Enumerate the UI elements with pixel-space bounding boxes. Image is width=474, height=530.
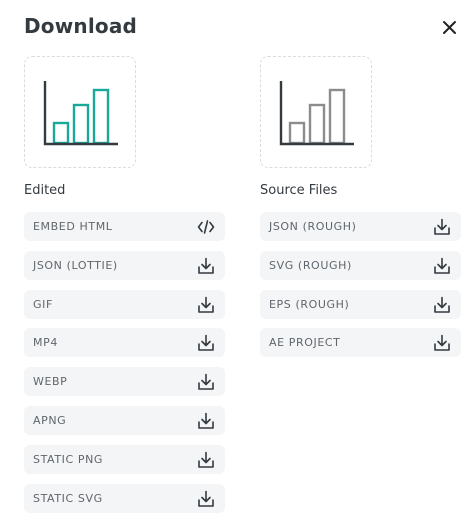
download-icon[interactable] <box>433 334 451 352</box>
format-option-label: STATIC SVG <box>33 491 103 505</box>
source-items-list: JSON (ROUGH) SVG (ROUGH) EPS (ROUGH) AE PRO… <box>260 212 462 358</box>
download-icon[interactable] <box>197 296 215 314</box>
edited-section-label: Edited <box>24 183 66 198</box>
download-icon[interactable] <box>197 334 215 352</box>
format-option-label: AE PROJECT <box>269 336 341 350</box>
format-option-label: JSON (ROUGH) <box>269 220 357 233</box>
source-files-section-label: Source Files <box>260 183 338 198</box>
format-option-label: MP4 <box>33 336 58 350</box>
source-files-column: Source Files JSON (ROUGH) SVG (ROUGH) EPS … <box>260 56 462 367</box>
format-option-label: JSON (LOTTIE) <box>33 258 118 272</box>
dialog-title: Download <box>24 14 138 38</box>
format-option-json-rough[interactable]: JSON (ROUGH) <box>260 212 461 241</box>
format-option-label: APNG <box>33 413 67 427</box>
download-icon[interactable] <box>197 257 215 275</box>
edited-preview-thumbnail[interactable] <box>24 56 136 168</box>
download-icon[interactable] <box>433 218 451 236</box>
format-option-ae-project[interactable]: AE PROJECT <box>260 328 461 358</box>
format-option-static-png[interactable]: STATIC PNG <box>24 444 225 474</box>
edited-column: Edited EMBED HTML JSON (LOTTIE) GIF MP4 WEBP… <box>24 56 226 522</box>
format-option-static-svg[interactable]: STATIC SVG <box>24 483 225 513</box>
format-option-label: EMBED HTML <box>33 220 113 233</box>
download-icon[interactable] <box>433 257 451 275</box>
download-icon[interactable] <box>433 296 451 314</box>
source-preview-thumbnail[interactable] <box>260 56 372 168</box>
format-option-label: WEBP <box>33 375 68 389</box>
format-option-label: SVG (ROUGH) <box>269 258 352 272</box>
download-icon[interactable] <box>197 373 215 391</box>
format-option-mp4[interactable]: MP4 <box>24 328 225 358</box>
format-option-eps-rough[interactable]: EPS (ROUGH) <box>260 289 461 319</box>
format-option-apng[interactable]: APNG <box>24 405 225 435</box>
edited-items-list: EMBED HTML JSON (LOTTIE) GIF MP4 WEBP APNG STA… <box>24 212 226 513</box>
code-icon[interactable] <box>197 218 215 236</box>
format-option-label: EPS (ROUGH) <box>269 297 350 311</box>
format-option-label: STATIC PNG <box>33 452 104 466</box>
download-icon[interactable] <box>197 451 215 469</box>
format-option-label: GIF <box>33 297 53 311</box>
bar-chart-icon <box>43 81 118 146</box>
format-option-gif[interactable]: GIF <box>24 289 225 319</box>
format-option-embed-html[interactable]: EMBED HTML <box>24 212 225 241</box>
bar-chart-icon <box>279 81 354 146</box>
format-option-json-lottie[interactable]: JSON (LOTTIE) <box>24 250 225 280</box>
download-icon[interactable] <box>197 490 215 508</box>
format-option-svg-rough[interactable]: SVG (ROUGH) <box>260 250 461 280</box>
format-option-webp[interactable]: WEBP <box>24 367 225 397</box>
close-icon[interactable] <box>440 18 460 38</box>
download-icon[interactable] <box>197 412 215 430</box>
download-dialog: Download Edited EMBED HTML JSON (LOTTIE) G… <box>0 0 474 530</box>
